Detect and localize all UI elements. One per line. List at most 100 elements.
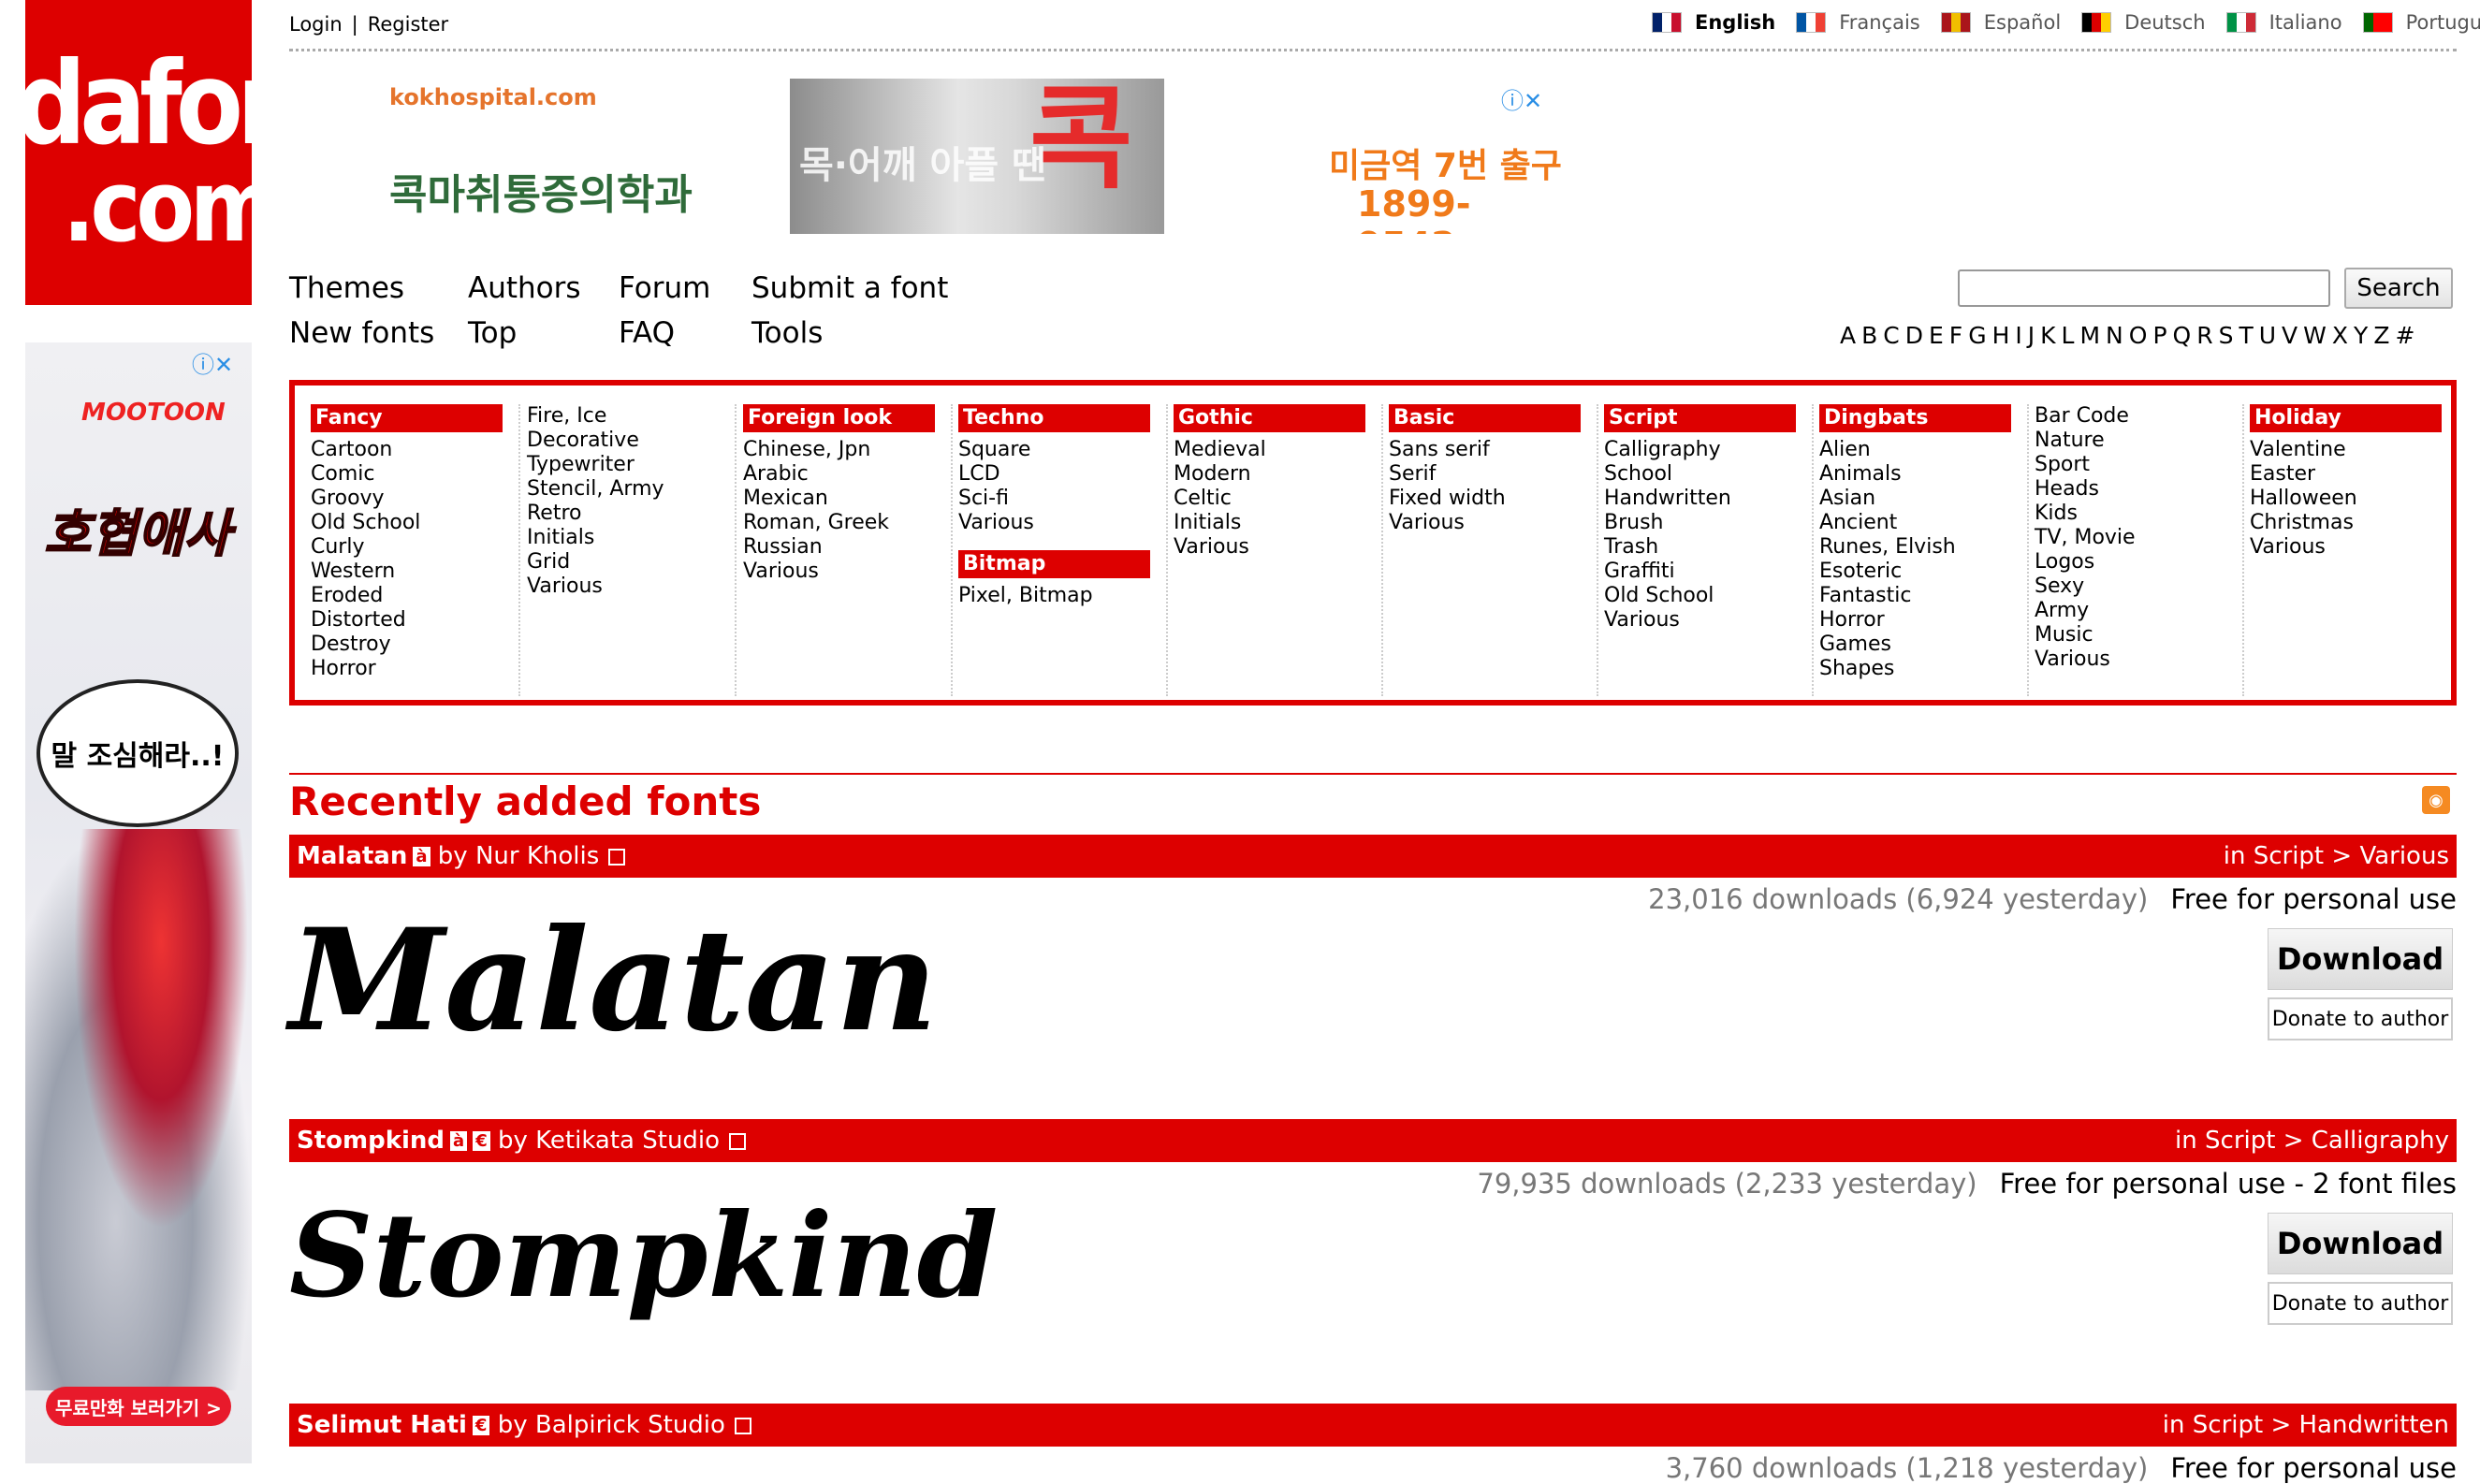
language-1[interactable]: Français [1796, 11, 1920, 34]
font-name[interactable]: Stompkind [297, 1127, 445, 1155]
font-category[interactable]: in Script > Handwritten [2163, 1411, 2449, 1439]
alpha-link[interactable]: N [2106, 322, 2123, 349]
nav-authors[interactable]: Authors [468, 271, 581, 305]
category-item[interactable]: Sport [2035, 453, 2242, 477]
category-item[interactable]: Various [2035, 647, 2242, 672]
font-name[interactable]: Selimut Hati [297, 1411, 467, 1439]
category-item[interactable]: TV, Movie [2035, 526, 2242, 550]
category-item[interactable]: Celtic [1174, 487, 1381, 511]
nav-top[interactable]: Top [468, 316, 517, 350]
font-category[interactable]: in Script > Calligraphy [2175, 1127, 2449, 1155]
category-item[interactable]: Handwritten [1604, 487, 1812, 511]
alpha-link[interactable]: I [2015, 322, 2021, 349]
category-item[interactable]: Distorted [311, 608, 518, 633]
category-item[interactable]: Cartoon [311, 438, 518, 462]
external-link-icon[interactable] [734, 1417, 751, 1434]
category-item[interactable]: Retro [527, 502, 735, 526]
category-item[interactable]: Horror [311, 657, 518, 681]
download-button[interactable]: Download [2268, 1213, 2453, 1274]
category-item[interactable]: Army [2035, 599, 2242, 623]
alpha-link[interactable]: Z [2373, 322, 2389, 349]
category-item[interactable]: LCD [958, 462, 1166, 487]
category-item[interactable]: Mexican [743, 487, 951, 511]
category-head[interactable]: Fancy [311, 404, 503, 432]
language-3[interactable]: Deutsch [2081, 11, 2206, 34]
register-link[interactable]: Register [368, 13, 448, 36]
category-item[interactable]: Destroy [311, 633, 518, 657]
ad-cta-button[interactable]: 무료만화 보러가기 > [46, 1387, 231, 1426]
category-item[interactable]: Bar Code [2035, 404, 2242, 429]
category-item[interactable]: Various [1604, 608, 1812, 633]
category-item[interactable]: Asian [1819, 487, 2027, 511]
category-item[interactable]: Sci-fi [958, 487, 1166, 511]
category-item[interactable]: Animals [1819, 462, 2027, 487]
side-advertisement[interactable]: ⓘ✕ MOOTOON 호협애사 말 조심해라..! 무료만화 보러가기 > [25, 342, 252, 1463]
category-item[interactable]: Comic [311, 462, 518, 487]
category-item[interactable]: Fixed width [1389, 487, 1597, 511]
alpha-link[interactable]: D [1905, 322, 1923, 349]
category-item[interactable]: Horror [1819, 608, 2027, 633]
dafont-logo[interactable]: dafont .com [25, 0, 252, 305]
font-preview[interactable]: Malatan [289, 898, 938, 1063]
category-item[interactable]: Valentine [2250, 438, 2458, 462]
font-category[interactable]: in Script > Various [2224, 842, 2449, 870]
category-item[interactable]: Heads [2035, 477, 2242, 502]
category-item[interactable]: Various [1174, 535, 1381, 560]
category-item[interactable]: Fantastic [1819, 584, 2027, 608]
language-5[interactable]: Português [2362, 11, 2480, 34]
category-item[interactable]: Sexy [2035, 575, 2242, 599]
alpha-link[interactable]: Y [2354, 322, 2368, 349]
language-2[interactable]: Español [1940, 11, 2061, 34]
category-item[interactable]: Easter [2250, 462, 2458, 487]
language-0[interactable]: English [1652, 11, 1775, 34]
category-head[interactable]: Basic [1389, 404, 1581, 432]
language-4[interactable]: Italiano [2225, 11, 2342, 34]
category-item[interactable]: Groovy [311, 487, 518, 511]
download-button[interactable]: Download [2268, 928, 2453, 990]
external-link-icon[interactable] [729, 1132, 747, 1150]
alpha-link[interactable]: P [2152, 322, 2166, 349]
category-item[interactable]: Medieval [1174, 438, 1381, 462]
nav-new-fonts[interactable]: New fonts [289, 316, 434, 350]
category-item[interactable]: Nature [2035, 429, 2242, 453]
donate-button[interactable]: Donate to author [2268, 997, 2453, 1040]
category-head[interactable]: Techno [958, 404, 1150, 432]
alpha-link[interactable]: K [2040, 322, 2055, 349]
alpha-link[interactable]: G [1968, 322, 1986, 349]
category-item[interactable]: Brush [1604, 511, 1812, 535]
category-item[interactable]: Kids [2035, 502, 2242, 526]
category-item[interactable]: School [1604, 462, 1812, 487]
alpha-link[interactable]: M [2079, 322, 2100, 349]
alpha-link[interactable]: B [1861, 322, 1877, 349]
alpha-link[interactable]: R [2196, 322, 2212, 349]
ad-close-icon[interactable]: ⓘ✕ [192, 346, 233, 379]
nav-forum[interactable]: Forum [619, 271, 710, 305]
category-item[interactable]: Roman, Greek [743, 511, 951, 535]
alpha-link[interactable]: V [2282, 322, 2298, 349]
alpha-link[interactable]: E [1929, 322, 1944, 349]
category-item[interactable]: Old School [311, 511, 518, 535]
search-button[interactable]: Search [2344, 268, 2453, 309]
category-item[interactable]: Calligraphy [1604, 438, 1812, 462]
alpha-link[interactable]: X [2332, 322, 2348, 349]
category-item[interactable]: Alien [1819, 438, 2027, 462]
alpha-link[interactable]: J [2028, 322, 2035, 349]
alpha-link[interactable]: H [1992, 322, 2010, 349]
category-item[interactable]: Logos [2035, 550, 2242, 575]
category-item[interactable]: Trash [1604, 535, 1812, 560]
login-link[interactable]: Login [289, 13, 343, 36]
category-item[interactable]: Serif [1389, 462, 1597, 487]
alpha-link[interactable]: L [2062, 322, 2075, 349]
category-item[interactable]: Various [527, 575, 735, 599]
category-item[interactable]: Sans serif [1389, 438, 1597, 462]
category-item[interactable]: Typewriter [527, 453, 735, 477]
category-item[interactable]: Games [1819, 633, 2027, 657]
rss-icon[interactable]: ◉ [2422, 786, 2450, 814]
category-item[interactable]: Graffiti [1604, 560, 1812, 584]
category-head[interactable]: Script [1604, 404, 1796, 432]
category-item[interactable]: Christmas [2250, 511, 2458, 535]
category-item[interactable]: Western [311, 560, 518, 584]
font-author[interactable]: Ketikata Studio [535, 1127, 720, 1155]
category-head[interactable]: Bitmap [958, 550, 1150, 578]
category-item[interactable]: Old School [1604, 584, 1812, 608]
